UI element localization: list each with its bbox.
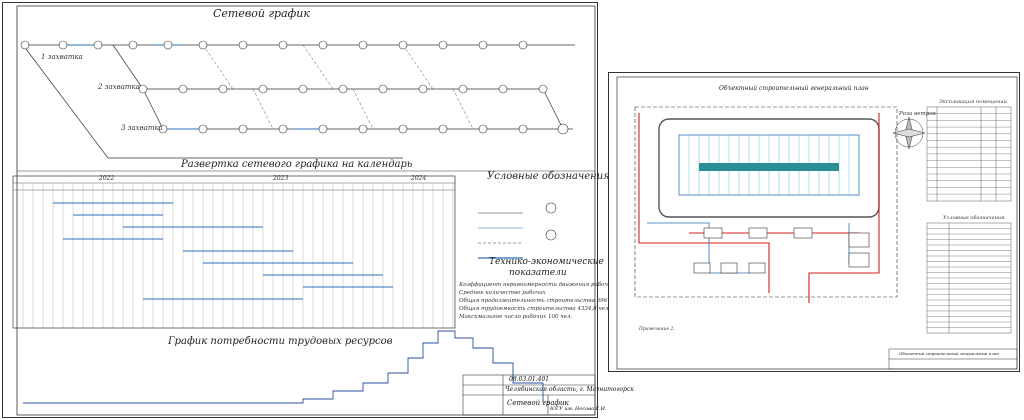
explication-title: Экспликация помещений [939, 99, 1007, 105]
stamp-org: ЮГУ им. Носова Г.И. [550, 406, 607, 412]
year-2023: 2023 [273, 175, 289, 182]
shift-label-1: 1 захватка [41, 53, 83, 61]
legend-title: Условные обозначения [487, 171, 610, 182]
indicator-1: Коэффициент неравномерности движения раб… [459, 282, 615, 288]
calendar-title: Развертка сетевого графика на календарь [181, 159, 413, 170]
site-plan-stamp-title: Объектный строительный генеральный план [899, 351, 999, 356]
stamp-object: Челябинская область, г. Магнитогорск [505, 386, 634, 393]
network-schedule-sheet: Сетевой график 1 захватка 2 захватка 3 з… [2, 2, 634, 418]
indicator-3: Общая продолжительность строительства 69… [459, 298, 616, 304]
wind-rose-graphic [892, 116, 926, 150]
indicator-4: Общая трудоемкость строительства 4334,8 … [459, 306, 614, 312]
shift-label-3: 3 захватка [121, 124, 163, 132]
site-plan-title: Объектный строительный генеральный план [719, 85, 869, 92]
site-plan-sheet: Объектный строительный генеральный план … [608, 72, 1020, 372]
network-title: Сетевой график [213, 7, 310, 20]
indicators-title-2: показатели [509, 268, 567, 278]
year-2022: 2022 [99, 175, 115, 182]
indicators-title-1: Технико-экономические [489, 257, 604, 267]
wind-rose-label: Роза ветров [899, 111, 936, 117]
site-legend-title: Условные обозначения [943, 215, 1005, 221]
calendar-grid [12, 175, 456, 329]
stamp-code: 08.03.01.401 [509, 376, 550, 383]
year-2024: 2024 [411, 175, 427, 182]
labor-title: График потребности трудовых ресурсов [168, 336, 393, 347]
left-sheet-drawing [12, 5, 596, 416]
notes-label: Примечание 2. [639, 327, 675, 332]
indicator-5: Максимальное число рабочих 100 чел. [459, 314, 573, 320]
indicator-2: Среднее количество рабочих [459, 290, 546, 296]
shift-label-2: 2 захватка [98, 83, 140, 91]
network-top-chain [22, 44, 575, 159]
